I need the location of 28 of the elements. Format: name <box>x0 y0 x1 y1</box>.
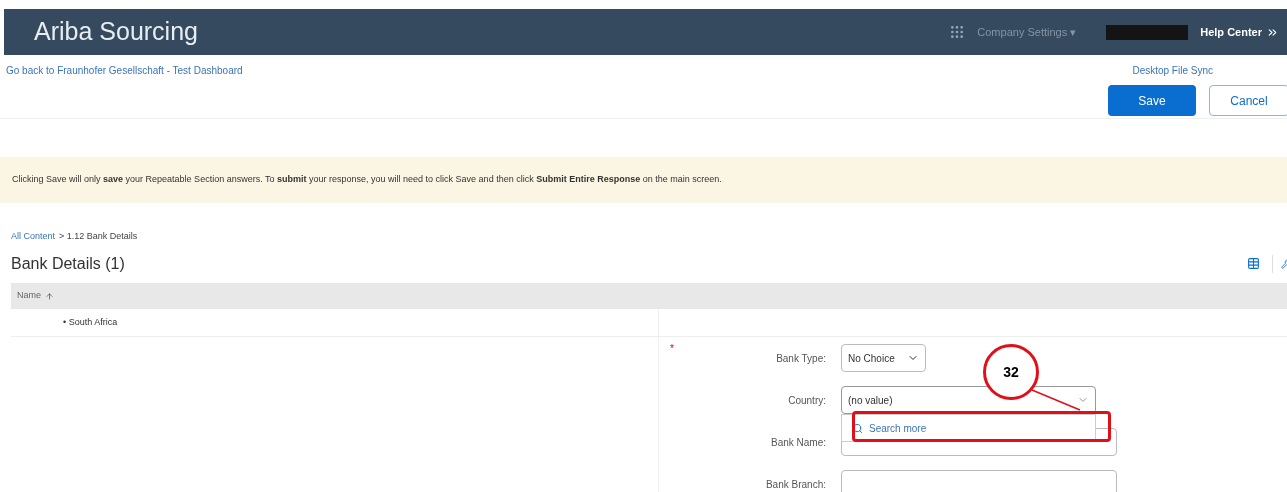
bank-type-select[interactable]: No Choice <box>841 344 926 372</box>
dropdown-menu[interactable]: Search more <box>841 414 1096 442</box>
field-label: Bank Branch: <box>764 477 827 492</box>
app-title: Ariba Sourcing <box>34 16 198 48</box>
section-title: Bank Details (1) <box>11 253 125 274</box>
company-settings-menu[interactable]: Company Settings ▾ <box>977 23 1077 41</box>
breadcrumb-link[interactable]: All Content <box>11 230 56 244</box>
field-label: Bank Type: <box>775 351 827 366</box>
name-column-header[interactable]: Name <box>17 289 41 303</box>
apps-icon[interactable] <box>949 24 966 40</box>
callout-number: 32 <box>983 344 1039 400</box>
sort-ascending-icon <box>45 291 54 301</box>
breadcrumb-current: > 1.12 Bank Details <box>59 230 138 244</box>
search-icon <box>852 422 863 434</box>
banner-message: Clicking Save will only save your Repeatable Section answers. To submit your response, you will need to click Save and then click Submit Entire Response on the main screen. <box>12 173 722 187</box>
table-view-icon[interactable] <box>1247 257 1260 270</box>
help-center-button[interactable]: Help Center <box>1200 23 1279 41</box>
field-label: Country: <box>787 393 827 408</box>
table-row-text: • South Africa <box>63 315 118 329</box>
desktop-file-sync-link[interactable]: Desktop File Sync <box>1132 62 1213 78</box>
cancel-button[interactable]: Cancel <box>1209 85 1287 116</box>
back-link[interactable]: Go back to Fraunhofer Gesellschaft - Test Dashboard <box>6 62 243 78</box>
required-asterisk: * <box>670 342 674 356</box>
search-more-text: Search more <box>869 421 927 436</box>
save-button[interactable]: Save <box>1108 85 1196 116</box>
field-label: Bank Name: <box>769 435 827 450</box>
text-field[interactable] <box>841 470 1117 492</box>
callout-line <box>1030 388 1082 412</box>
